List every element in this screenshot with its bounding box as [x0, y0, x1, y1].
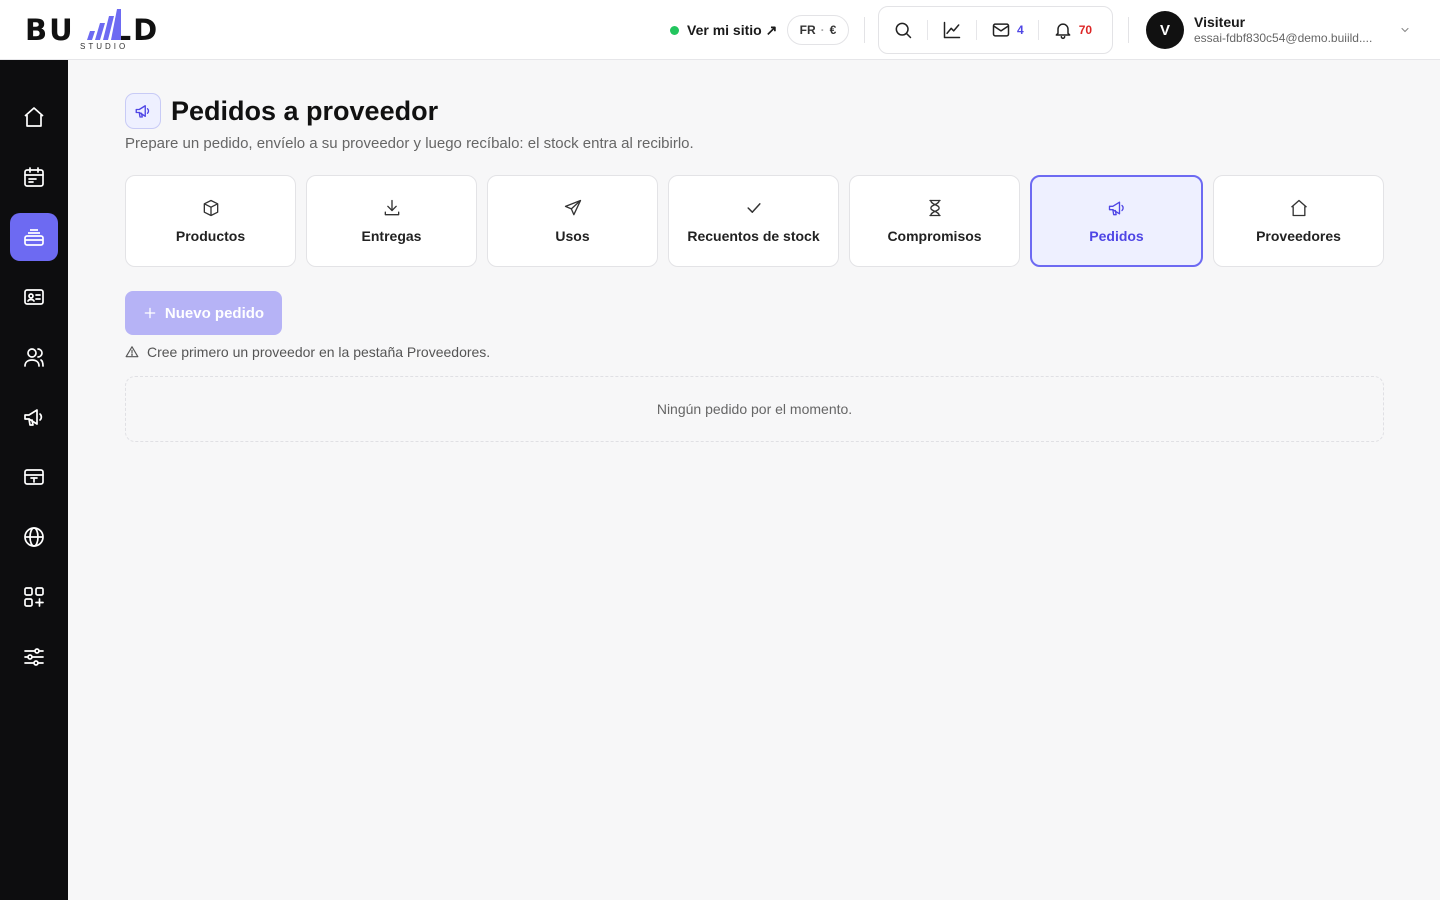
top-header: BU LD STUDIO Ver mi sitio ↗ FR · € 4 70 … — [0, 0, 1440, 60]
warning-message: Cree primero un proveedor en la pestaña … — [125, 343, 490, 361]
plus-icon — [144, 307, 156, 319]
section-tabs: Productos Entregas Usos Recuentos de sto… — [125, 175, 1384, 267]
megaphone-icon — [135, 105, 150, 118]
tab-label: Proveedores — [1256, 228, 1341, 244]
box-icon — [203, 199, 218, 217]
header-tools: 4 70 — [878, 6, 1113, 54]
empty-state-text: Ningún pedido por el momento. — [656, 401, 853, 417]
warning-text: Cree primero un proveedor en la pestaña … — [147, 344, 491, 360]
header-divider — [864, 17, 865, 43]
sidebar-item-marketing[interactable] — [10, 393, 58, 441]
house-icon — [1290, 199, 1307, 217]
sliders-icon — [24, 648, 44, 666]
sidebar-item-apps[interactable] — [10, 573, 58, 621]
tab-proveedores[interactable]: Proveedores — [1213, 175, 1384, 267]
tool-divider — [927, 20, 928, 40]
notifications-count-badge: 70 — [1078, 23, 1093, 37]
user-menu[interactable]: V Visiteur essai-fdbf830c54@demo.buiild.… — [1146, 11, 1416, 49]
tab-label: Entregas — [361, 228, 422, 244]
users-icon — [24, 348, 44, 367]
tab-recuentos-de-stock[interactable]: Recuentos de stock — [668, 175, 839, 267]
megaphone-icon — [1108, 201, 1124, 216]
tab-label: Productos — [175, 228, 246, 244]
check-icon — [746, 203, 761, 213]
lang-separator: · — [820, 23, 825, 37]
avatar: V — [1146, 11, 1184, 49]
messages-button[interactable]: 4 — [989, 16, 1026, 44]
chart-line-icon — [943, 21, 961, 39]
inbox-stack-icon — [24, 229, 44, 246]
tab-compromisos[interactable]: Compromisos — [849, 175, 1020, 267]
sidebar-item-inventory[interactable] — [10, 213, 58, 261]
bell-icon — [1055, 23, 1071, 40]
header-divider — [1128, 17, 1129, 43]
view-site-link[interactable]: Ver mi sitio ↗ — [670, 19, 777, 41]
sidebar-item-settings[interactable] — [10, 633, 58, 681]
tab-usos[interactable]: Usos — [487, 175, 658, 267]
tab-label: Usos — [555, 228, 590, 244]
site-status-dot — [670, 25, 679, 35]
user-name: Visiteur — [1194, 14, 1246, 30]
tab-label: Recuentos de stock — [687, 228, 820, 244]
logo-bars-icon — [87, 9, 121, 40]
currency-symbol: € — [829, 23, 837, 37]
send-icon — [564, 199, 581, 216]
hourglass-icon — [928, 199, 941, 217]
megaphone-icon — [24, 409, 43, 426]
tab-label: Pedidos — [1089, 228, 1144, 244]
home-icon — [24, 107, 44, 127]
new-order-button[interactable]: Nuevo pedido — [125, 291, 282, 335]
sidebar — [0, 60, 68, 900]
sidebar-item-contacts[interactable] — [10, 273, 58, 321]
notifications-button[interactable]: 70 — [1051, 16, 1094, 44]
logo-subtitle: STUDIO — [80, 42, 129, 51]
sidebar-item-payments[interactable] — [10, 453, 58, 501]
tab-entregas[interactable]: Entregas — [306, 175, 477, 267]
tab-productos[interactable]: Productos — [125, 175, 296, 267]
page-subtitle: Prepare un pedido, envíelo a su proveedo… — [125, 135, 694, 152]
tab-label: Compromisos — [887, 228, 982, 244]
id-card-icon — [24, 289, 44, 305]
sidebar-item-users[interactable] — [10, 333, 58, 381]
view-site-label: Ver mi sitio ↗ — [687, 21, 778, 38]
mail-icon — [992, 23, 1010, 37]
mail-count-badge: 4 — [1017, 23, 1024, 37]
empty-state: Ningún pedido por el momento. — [125, 376, 1384, 442]
language-currency-selector[interactable]: FR · € — [787, 15, 849, 45]
download-icon — [384, 199, 399, 216]
tool-divider — [1037, 20, 1039, 40]
search-button[interactable] — [891, 16, 915, 44]
logo-text-left: BU — [25, 13, 75, 47]
globe-icon — [24, 527, 44, 547]
user-email: essai-fdbf830c54@demo.buiild.... — [1194, 31, 1373, 45]
analytics-button[interactable] — [940, 16, 964, 44]
search-icon — [895, 22, 912, 39]
calendar-icon — [24, 167, 44, 187]
language-code: FR — [799, 23, 816, 37]
user-info: Visiteur essai-fdbf830c54@demo.buiild...… — [1194, 14, 1389, 46]
logo[interactable]: BU LD STUDIO — [25, 8, 185, 52]
page-icon-badge — [125, 93, 161, 129]
register-icon — [24, 469, 44, 485]
new-order-label: Nuevo pedido — [164, 304, 265, 322]
sidebar-item-website[interactable] — [10, 513, 58, 561]
tool-divider — [976, 20, 977, 40]
warning-triangle-icon — [125, 346, 139, 358]
apps-plus-icon — [24, 587, 44, 607]
page-title: Pedidos a proveedor — [171, 96, 439, 126]
chevron-down-icon — [1401, 27, 1409, 33]
sidebar-item-calendar[interactable] — [10, 153, 58, 201]
tab-pedidos[interactable]: Pedidos — [1030, 175, 1203, 267]
sidebar-item-home[interactable] — [10, 93, 58, 141]
